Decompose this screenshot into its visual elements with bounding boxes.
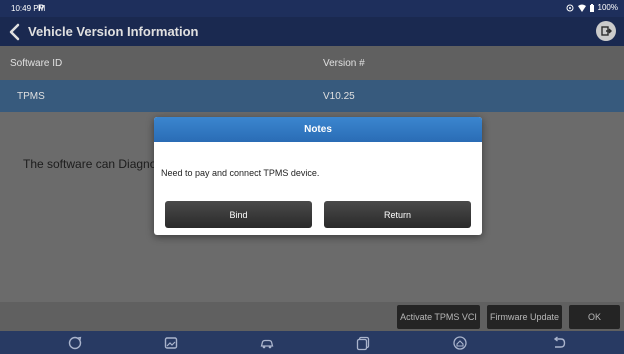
vehicle-icon[interactable] <box>259 335 275 351</box>
status-indicators: 100% <box>566 3 618 12</box>
refresh-icon[interactable] <box>67 335 83 351</box>
cast-icon <box>566 4 574 11</box>
bind-button[interactable]: Bind <box>165 201 312 228</box>
notification-icon: P <box>38 3 45 13</box>
notes-dialog: Notes Need to pay and connect TPMS devic… <box>154 117 482 235</box>
gallery-icon[interactable] <box>163 335 179 351</box>
recent-apps-icon[interactable] <box>355 335 371 351</box>
dialog-message: Need to pay and connect TPMS device. <box>161 168 320 178</box>
return-button[interactable]: Return <box>324 201 471 228</box>
back-icon[interactable] <box>551 335 567 351</box>
status-bar: 10:49 PM P 100% <box>0 0 624 17</box>
battery-icon <box>589 3 594 12</box>
home-icon[interactable] <box>452 335 468 351</box>
battery-level: 100% <box>597 3 618 12</box>
dialog-title: Notes <box>154 117 482 142</box>
nav-bar <box>0 331 624 354</box>
wifi-icon <box>577 4 586 12</box>
